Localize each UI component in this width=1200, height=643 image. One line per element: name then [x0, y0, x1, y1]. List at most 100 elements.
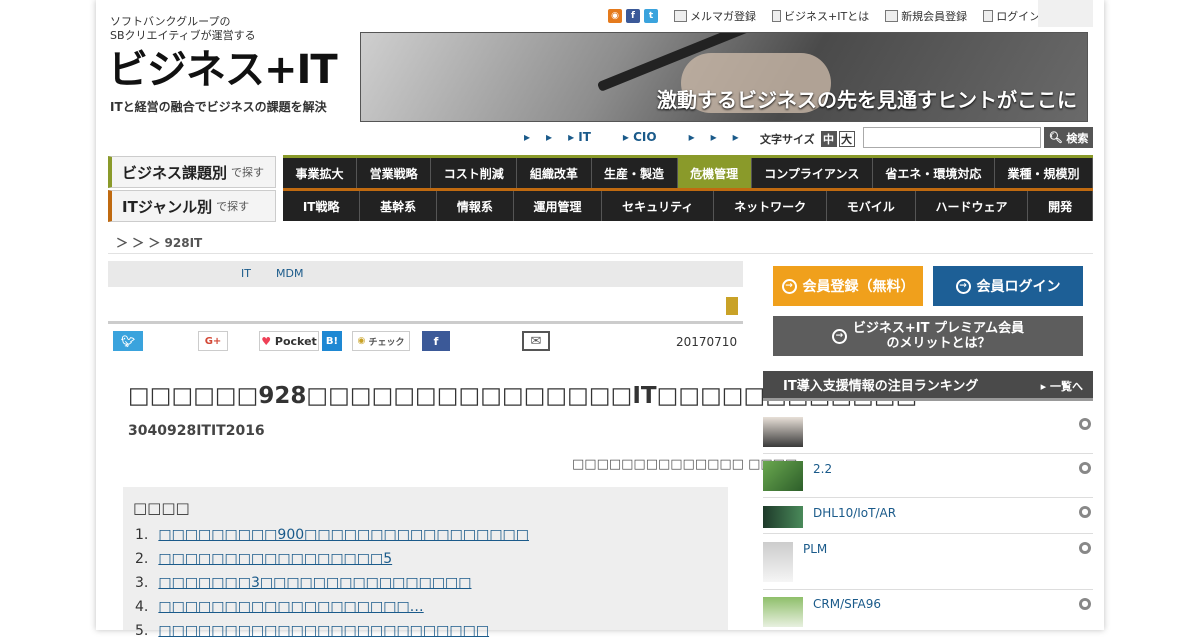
facebook-icon: f: [433, 334, 439, 348]
subnav-dot-5[interactable]: ▸: [733, 130, 739, 146]
breadcrumb[interactable]: ＞ ＞ ＞ 928IT: [116, 234, 202, 251]
login-link[interactable]: ログイン: [983, 8, 1040, 24]
nav-item[interactable]: 情報系: [437, 191, 514, 221]
member-register-button[interactable]: → 会員登録（無料）: [773, 266, 923, 306]
subnav-dot-4[interactable]: ▸: [711, 130, 717, 146]
font-size-medium[interactable]: 中: [820, 131, 837, 147]
person-icon: ●: [1079, 418, 1091, 430]
ranking-item[interactable]: ●: [763, 410, 1093, 454]
check-icon: ◉: [357, 336, 366, 346]
nav-label-business: ビジネス課題別 で探す: [108, 156, 276, 188]
nav-item[interactable]: 省エネ・環境対応: [873, 158, 995, 188]
nav-item[interactable]: 基幹系: [360, 191, 437, 221]
about-link[interactable]: ビジネス+ITとは: [772, 8, 869, 24]
premium-info-button[interactable]: → ビジネス+IT プレミアム会員 のメリットとは？: [773, 316, 1083, 356]
ranking-more-link[interactable]: ▸ 一覧へ: [1041, 378, 1083, 394]
font-size-large[interactable]: 大: [838, 131, 855, 147]
ranking-thumbnail: [763, 506, 803, 528]
nav-item[interactable]: ハードウェア: [916, 191, 1029, 221]
header-banner[interactable]: 激動するビジネスの先を見通すヒントがここに: [360, 32, 1088, 122]
site-logo[interactable]: ビジネス+IT: [108, 48, 338, 92]
nav-item[interactable]: コスト削減: [431, 158, 518, 188]
toc-item: 2. □□□□□□□□□□□□□□□□□5: [135, 551, 393, 567]
person-icon: ●: [1079, 542, 1091, 554]
toc-heading: □□□□: [133, 499, 190, 517]
nav-item[interactable]: 組織改革: [517, 158, 592, 188]
toc-item: 4. □□□□□□□□□□□□□□□□□□□…: [135, 599, 424, 615]
toc-link[interactable]: □□□□□□□□□□□□□□□□□□□…: [158, 599, 423, 615]
mixi-check-button[interactable]: ◉ チェック: [352, 331, 410, 351]
article-subtitle: 3040928ITIT2016: [128, 423, 265, 439]
toc-link[interactable]: □□□□□□□□□□□□□□□□□5: [158, 551, 392, 567]
email-share-button[interactable]: ✉: [522, 331, 550, 351]
newsletter-link[interactable]: メルマガ登録: [674, 8, 756, 24]
nav-label-it: ITジャンル別 で探す: [108, 190, 276, 222]
nav-item[interactable]: IT戦略: [283, 191, 361, 221]
nav-item[interactable]: 生産・製造: [592, 158, 678, 188]
ranking-title[interactable]: 2.2: [813, 462, 832, 476]
banner-text: 激動するビジネスの先を見通すヒントがここに: [657, 88, 1077, 112]
nav-item[interactable]: 開発: [1028, 191, 1093, 221]
subnav-item-cio[interactable]: ▸ CIO: [623, 130, 673, 146]
hatena-button[interactable]: B!: [322, 331, 342, 351]
search-input[interactable]: [863, 127, 1041, 148]
pocket-icon: ♥: [261, 334, 272, 348]
ranking-title[interactable]: PLM: [803, 542, 827, 556]
googleplus-share-button[interactable]: G+: [198, 331, 228, 351]
facebook-icon[interactable]: f: [626, 9, 640, 23]
googleplus-icon: G+: [204, 335, 222, 347]
toc-link[interactable]: □□□□□□□□□□□□□□□□□□□□□□□□□: [158, 623, 489, 639]
lock-icon: [983, 10, 994, 22]
ranking-item[interactable]: PLM ●: [763, 534, 1093, 590]
person-icon: ●: [1079, 598, 1091, 610]
ranking-item[interactable]: CRM/SFA96 ●: [763, 590, 1093, 630]
edit-icon: [885, 10, 899, 22]
logo-subtitle: ITと経営の融合でビジネスの課題を解決: [110, 100, 327, 114]
ranking-item[interactable]: 2.2 ●: [763, 454, 1093, 498]
tag-link[interactable]: MDM: [276, 267, 303, 280]
sub-nav: ▸ ▸ ▸ IT ▸ CIO ▸ ▸ ▸: [524, 130, 755, 146]
rss-icon[interactable]: ◉: [608, 9, 622, 23]
nav-item[interactable]: 営業戦略: [357, 158, 432, 188]
logo-tagline: ソフトバンクグループの SBクリエイティブが運営する: [110, 15, 256, 42]
nav-item[interactable]: ネットワーク: [714, 191, 827, 221]
subnav-dot-2[interactable]: ▸: [546, 130, 552, 146]
tag-link[interactable]: IT: [241, 267, 251, 280]
nav-item[interactable]: 業種・規模別: [995, 158, 1094, 188]
ranking-header: IT導入支援情報の注目ランキング ▸ 一覧へ: [763, 371, 1093, 401]
nav-item[interactable]: モバイル: [827, 191, 916, 221]
ranking-thumbnail: [763, 542, 793, 582]
nav-item[interactable]: セキュリティ: [602, 191, 715, 221]
facebook-share-button[interactable]: f: [422, 331, 450, 351]
ranking-thumbnail: [763, 417, 803, 447]
mail-icon: [674, 10, 687, 22]
article-title: □□□□□□928□□□□□□□□□□□□□□□IT□□□□□□□□□□□□: [128, 383, 918, 409]
page-frame: ソフトバンクグループの SBクリエイティブが運営する ビジネス+IT ITと経営…: [96, 0, 1104, 639]
register-link[interactable]: 新規会員登録: [885, 8, 967, 24]
member-login-button[interactable]: → 会員ログイン: [933, 266, 1083, 306]
ranking-title[interactable]: CRM/SFA96: [813, 597, 881, 611]
ranking-item[interactable]: DHL10/IoT/AR ●: [763, 498, 1093, 534]
subnav-item-it[interactable]: ▸ IT: [568, 130, 607, 146]
nav-it-genre: IT戦略 基幹系 情報系 運用管理 セキュリティ ネットワーク モバイル ハード…: [283, 188, 1093, 221]
twitter-share-button[interactable]: 🐦︎: [113, 331, 143, 351]
twitter-icon[interactable]: t: [644, 9, 658, 23]
subnav-dot-3[interactable]: ▸: [689, 130, 695, 146]
pocket-button[interactable]: ♥ Pocket: [259, 331, 319, 351]
category-marker: [726, 297, 738, 315]
nav-item[interactable]: コンプライアンス: [752, 158, 873, 188]
article-date: 20170710: [676, 335, 738, 349]
toc-link[interactable]: □□□□□□□3□□□□□□□□□□□□□□□□: [158, 575, 471, 591]
twitter-icon: 🐦︎: [121, 334, 135, 348]
subnav-dot-1[interactable]: ▸: [524, 130, 530, 146]
nav-item[interactable]: 運用管理: [514, 191, 603, 221]
nav-item-active[interactable]: 危機管理: [677, 158, 752, 188]
envelope-icon: ✉: [530, 333, 542, 349]
toc-link[interactable]: □□□□□□□□□900□□□□□□□□□□□□□□□□□: [158, 527, 529, 543]
tag-bar: IT MDM: [108, 261, 743, 287]
nav-item[interactable]: 事業拡大: [283, 158, 358, 188]
search-icon: 🔍︎: [1048, 131, 1063, 144]
ranking-title[interactable]: DHL10/IoT/AR: [813, 506, 896, 520]
toc-item: 1. □□□□□□□□□900□□□□□□□□□□□□□□□□□: [135, 527, 529, 543]
search-button[interactable]: 🔍︎ 検索: [1044, 127, 1093, 148]
